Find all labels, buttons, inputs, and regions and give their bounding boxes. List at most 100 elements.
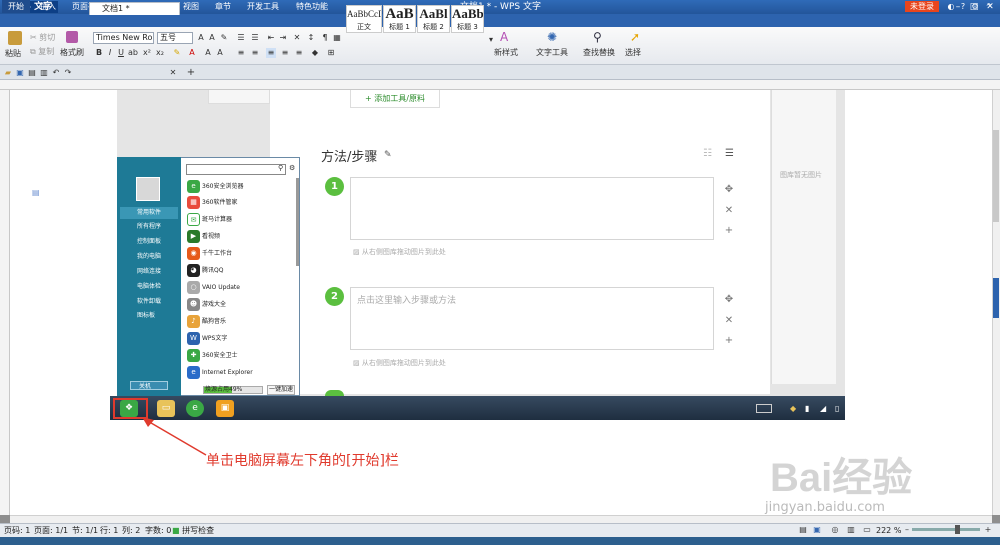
zoom-slider[interactable]: [912, 528, 980, 531]
spell-check-button[interactable]: ■ 拼写检查: [172, 524, 214, 537]
font-color-icon[interactable]: A: [187, 48, 197, 58]
shrink-font-icon[interactable]: A: [207, 33, 217, 43]
indent-icon[interactable]: ⇥: [278, 33, 288, 43]
paste-icon[interactable]: [8, 31, 22, 45]
view-web-icon[interactable]: ◎: [830, 525, 840, 535]
app-item[interactable]: WPS文字: [186, 331, 227, 347]
horizontal-scrollbar[interactable]: [10, 515, 992, 523]
font-name-select[interactable]: Times New Roi: [93, 32, 154, 44]
app-item[interactable]: 360安全卫士: [186, 348, 237, 364]
speedup-button[interactable]: 一键加速: [267, 385, 295, 395]
style-heading3[interactable]: AaBb 标题 3: [451, 5, 484, 33]
format-painter-icon[interactable]: [66, 31, 78, 43]
shutdown-button[interactable]: 关机: [130, 381, 168, 390]
app-item[interactable]: 360安全浏览器: [186, 179, 243, 195]
paragraph-marker-icon[interactable]: ▤: [32, 188, 40, 197]
menu-developer[interactable]: 开发工具: [241, 0, 285, 13]
collapse-ribbon-icon[interactable]: ^: [984, 1, 994, 12]
add-tool-button[interactable]: + 添加工具/原料: [350, 90, 440, 108]
tray-battery-icon[interactable]: ▯: [835, 404, 839, 413]
underline-icon[interactable]: U: [116, 48, 126, 58]
add-step-icon[interactable]: +: [723, 225, 735, 237]
start-nav-item[interactable]: 软件卸载: [120, 296, 178, 308]
font-size-select[interactable]: 五号: [157, 32, 193, 44]
bullets-icon[interactable]: ☰: [236, 33, 246, 43]
move-icon[interactable]: ✥: [723, 294, 735, 306]
list-icon[interactable]: ☰: [725, 148, 734, 159]
style-heading1[interactable]: AaB 标题 1: [383, 5, 416, 33]
new-style-button[interactable]: 新样式: [494, 46, 518, 59]
start-search-input[interactable]: [186, 164, 286, 175]
strikethrough-icon[interactable]: ab: [128, 48, 138, 58]
tab-document[interactable]: 文档1 *: [89, 2, 180, 15]
move-icon[interactable]: ✥: [723, 184, 735, 196]
app-item[interactable]: 酷狗音乐: [186, 314, 226, 330]
start-nav-item[interactable]: 所有程序: [120, 221, 178, 233]
numbering-icon[interactable]: ☰: [250, 33, 260, 43]
side-panel-handle[interactable]: [993, 278, 999, 318]
tray-ime-icon[interactable]: M: [855, 402, 864, 413]
subscript-icon[interactable]: x₂: [155, 48, 165, 58]
app-item[interactable]: Internet Explorer: [186, 365, 253, 381]
app-item[interactable]: 千牛工作台: [186, 246, 232, 262]
char-border-icon[interactable]: A: [203, 48, 213, 58]
cut-button[interactable]: ✂ 剪切: [30, 31, 55, 44]
edit-pencil-icon[interactable]: ✎: [384, 150, 392, 160]
start-nav-item[interactable]: 电脑体检: [120, 281, 178, 293]
zoom-level[interactable]: 222 %: [876, 524, 901, 537]
view-outline-icon[interactable]: ▥: [846, 525, 856, 535]
table-icon[interactable]: ▦: [332, 33, 342, 43]
app-item[interactable]: 360软件管家: [186, 195, 237, 211]
align-justify-icon[interactable]: ≡: [266, 48, 276, 58]
tray-security-icon[interactable]: ◆: [790, 404, 796, 413]
settings-icon[interactable]: ⚙: [970, 1, 980, 12]
select-button[interactable]: 选择: [625, 46, 641, 59]
superscript-icon[interactable]: x²: [142, 48, 152, 58]
redo-icon[interactable]: ↷: [63, 68, 73, 78]
style-normal[interactable]: AaBbCcDc 正文: [346, 5, 382, 33]
grow-font-icon[interactable]: A: [196, 33, 206, 43]
bold-icon[interactable]: B: [94, 48, 104, 58]
step1-input[interactable]: [350, 177, 714, 240]
start-nav-item[interactable]: 我的电脑: [120, 251, 178, 263]
clear-format-icon[interactable]: ✎: [219, 33, 229, 43]
tray-network-icon[interactable]: ▮: [805, 404, 809, 413]
step2-input[interactable]: 点击这里输入步骤或方法: [350, 287, 714, 350]
horizontal-ruler[interactable]: [0, 80, 1000, 90]
align-right-icon[interactable]: ≡: [280, 48, 290, 58]
app-item[interactable]: 斑马计算器: [186, 212, 232, 228]
zoom-out-icon[interactable]: –: [902, 525, 912, 535]
user-avatar[interactable]: [136, 177, 160, 201]
zoom-in-icon[interactable]: +: [983, 525, 993, 535]
vertical-ruler[interactable]: [0, 90, 10, 515]
text-tools-icon[interactable]: ✺: [547, 30, 559, 44]
text-tools-button[interactable]: 文字工具: [536, 46, 568, 59]
cursor-icon[interactable]: ➚: [630, 30, 642, 44]
app-item[interactable]: 腾讯QQ: [186, 263, 223, 279]
start-nav-item[interactable]: 图标板: [120, 310, 178, 322]
format-painter-button[interactable]: 格式刷: [60, 46, 84, 59]
tray-volume-icon[interactable]: ◢: [820, 404, 826, 413]
app-item[interactable]: 游戏大全: [186, 297, 226, 313]
align-left-icon[interactable]: ≡: [236, 48, 246, 58]
list-ordered-icon[interactable]: ☷: [703, 148, 712, 159]
char-shading-icon[interactable]: A: [215, 48, 225, 58]
print-icon[interactable]: ▤: [27, 68, 37, 78]
copy-button[interactable]: ⧉ 复制: [30, 45, 54, 58]
show-marks-icon[interactable]: ¶: [320, 33, 330, 43]
delete-step-icon[interactable]: ✕: [723, 315, 735, 327]
start-nav-item[interactable]: 控制面板: [120, 236, 178, 248]
open-icon[interactable]: ▰: [3, 68, 13, 78]
outdent-icon[interactable]: ⇤: [266, 33, 276, 43]
zoom-slider-handle[interactable]: [955, 525, 960, 534]
store-icon[interactable]: ▣: [216, 400, 234, 417]
help-icon[interactable]: ?: [958, 1, 968, 12]
menu-start[interactable]: 开始: [2, 0, 30, 13]
menu-chapter[interactable]: 章节: [209, 0, 237, 13]
styles-more-icon[interactable]: ▾: [486, 35, 496, 45]
binoculars-icon[interactable]: ⚲: [593, 30, 605, 44]
search-icon[interactable]: ⚲: [278, 164, 283, 172]
chinese-layout-icon[interactable]: ✕: [292, 33, 302, 43]
shading-icon[interactable]: ◆: [310, 48, 320, 58]
settings-icon[interactable]: ⚙: [289, 164, 295, 172]
